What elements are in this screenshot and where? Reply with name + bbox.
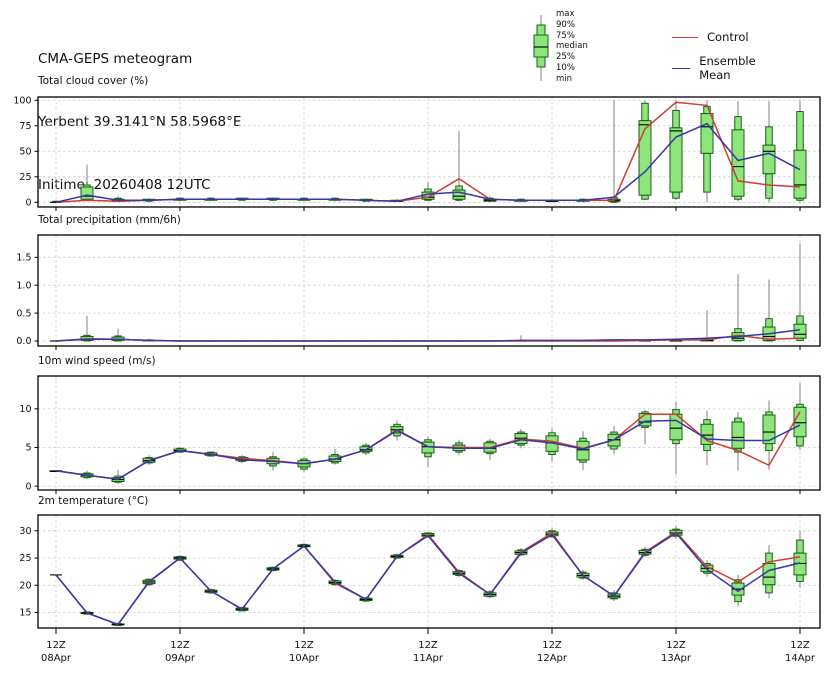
x-tick-label-day: 11Apr <box>413 653 444 664</box>
x-tick-label-day: 12Apr <box>537 653 568 664</box>
boxplot <box>794 530 806 588</box>
box-rect <box>763 145 775 174</box>
panel-3: 15 20 25 30 <box>19 515 820 634</box>
x-tick-label-hour: 12Z <box>294 640 314 651</box>
y-tick-label: 25 <box>19 172 31 183</box>
boxplot <box>298 457 310 472</box>
y-tick-label: 10 <box>19 404 31 415</box>
box-rect <box>81 187 93 199</box>
x-tick-label-hour: 12Z <box>418 640 438 651</box>
box-rect <box>673 110 680 127</box>
x-tick-label-day: 13Apr <box>661 653 692 664</box>
box-rect <box>732 130 744 196</box>
boxplot <box>670 402 682 475</box>
boxplot <box>763 545 775 598</box>
box-rect <box>797 540 804 553</box>
y-tick-label: 0 <box>25 198 31 209</box>
box-rect <box>704 444 711 450</box>
boxplot <box>422 437 434 467</box>
box-rect <box>735 329 742 333</box>
x-tick-label-day: 10Apr <box>289 653 320 664</box>
boxplot <box>794 383 806 449</box>
panel-border <box>38 235 820 346</box>
box-rect <box>766 319 773 327</box>
box-rect <box>797 575 804 582</box>
box-rect <box>732 422 744 448</box>
y-tick-label: 1.0 <box>16 280 31 291</box>
boxplot <box>81 316 93 341</box>
box-rect <box>797 111 804 150</box>
x-tick-label-hour: 12Z <box>790 640 810 651</box>
box-rect <box>673 440 680 444</box>
y-tick-label: 0.5 <box>16 308 31 319</box>
box-rect <box>735 117 742 130</box>
boxplot <box>732 412 744 471</box>
boxplot <box>701 310 713 341</box>
y-tick-label: 30 <box>19 526 31 537</box>
box-rect <box>763 415 775 444</box>
box-rect <box>639 121 651 195</box>
panel-0: 0 25 50 75 100 <box>13 95 820 211</box>
x-tick-label-hour: 12Z <box>170 640 190 651</box>
y-tick-label: 20 <box>19 580 31 591</box>
y-tick-label: 15 <box>19 608 31 619</box>
boxplot <box>546 428 558 461</box>
meteogram-chart: 0 25 50 75 100 0.0 0.5 1.0 1.5 0 5 10 15 20 25 30 12Z 08A… <box>0 0 826 673</box>
meteogram-figure: CMA-GEPS meteogram Yerbent 39.3141°N 58.… <box>0 0 826 673</box>
y-tick-label: 100 <box>13 95 31 106</box>
boxplot <box>763 101 775 202</box>
x-tick-label-hour: 12Z <box>46 640 66 651</box>
boxplot <box>484 439 496 460</box>
box-rect <box>766 444 773 451</box>
boxplot <box>732 101 744 201</box>
box-rect <box>735 595 742 602</box>
y-tick-label: 0.0 <box>16 336 31 347</box>
box-rect <box>425 453 432 457</box>
panel-2: 0 5 10 <box>19 376 820 494</box>
box-rect <box>577 441 589 460</box>
box-rect <box>794 407 806 436</box>
box-rect <box>704 420 711 425</box>
boxplot <box>794 243 806 341</box>
box-rect <box>766 174 773 198</box>
boxplot <box>577 431 589 470</box>
x-tick-label-day: 09Apr <box>165 653 196 664</box>
boxplot <box>763 280 775 341</box>
box-rect <box>642 195 649 199</box>
box-rect <box>701 114 713 154</box>
x-tick-label-day: 08Apr <box>41 653 72 664</box>
boxplot <box>732 274 744 341</box>
x-axis-labels: 12Z 08Apr 12Z 09Apr 12Z 10Apr 12Z 11Apr 12Z 12Apr… <box>41 640 816 664</box>
x-tick-label-day: 14Apr <box>785 653 816 664</box>
box-rect <box>766 127 773 145</box>
boxplot <box>639 100 651 200</box>
box-rect <box>794 324 806 338</box>
y-tick-label: 75 <box>19 121 31 132</box>
x-tick-label-hour: 12Z <box>666 640 686 651</box>
box-rect <box>766 585 773 593</box>
y-tick-label: 25 <box>19 553 31 564</box>
boxplot <box>453 131 465 201</box>
boxplot <box>670 100 682 200</box>
box-rect <box>456 186 463 190</box>
y-tick-label: 0 <box>25 481 31 492</box>
boxplot <box>329 449 341 464</box>
box-rect <box>797 316 804 324</box>
x-tick-label-hour: 12Z <box>542 640 562 651</box>
box-rect <box>735 418 742 422</box>
y-tick-label: 50 <box>19 146 31 157</box>
y-tick-label: 1.5 <box>16 253 31 264</box>
y-tick-label: 5 <box>25 443 31 454</box>
box-rect <box>797 437 804 446</box>
box-rect <box>642 103 649 120</box>
panel-1: 0.0 0.5 1.0 1.5 <box>16 235 820 350</box>
box-rect <box>794 150 806 198</box>
box-rect <box>704 153 711 192</box>
box-rect <box>673 192 680 198</box>
